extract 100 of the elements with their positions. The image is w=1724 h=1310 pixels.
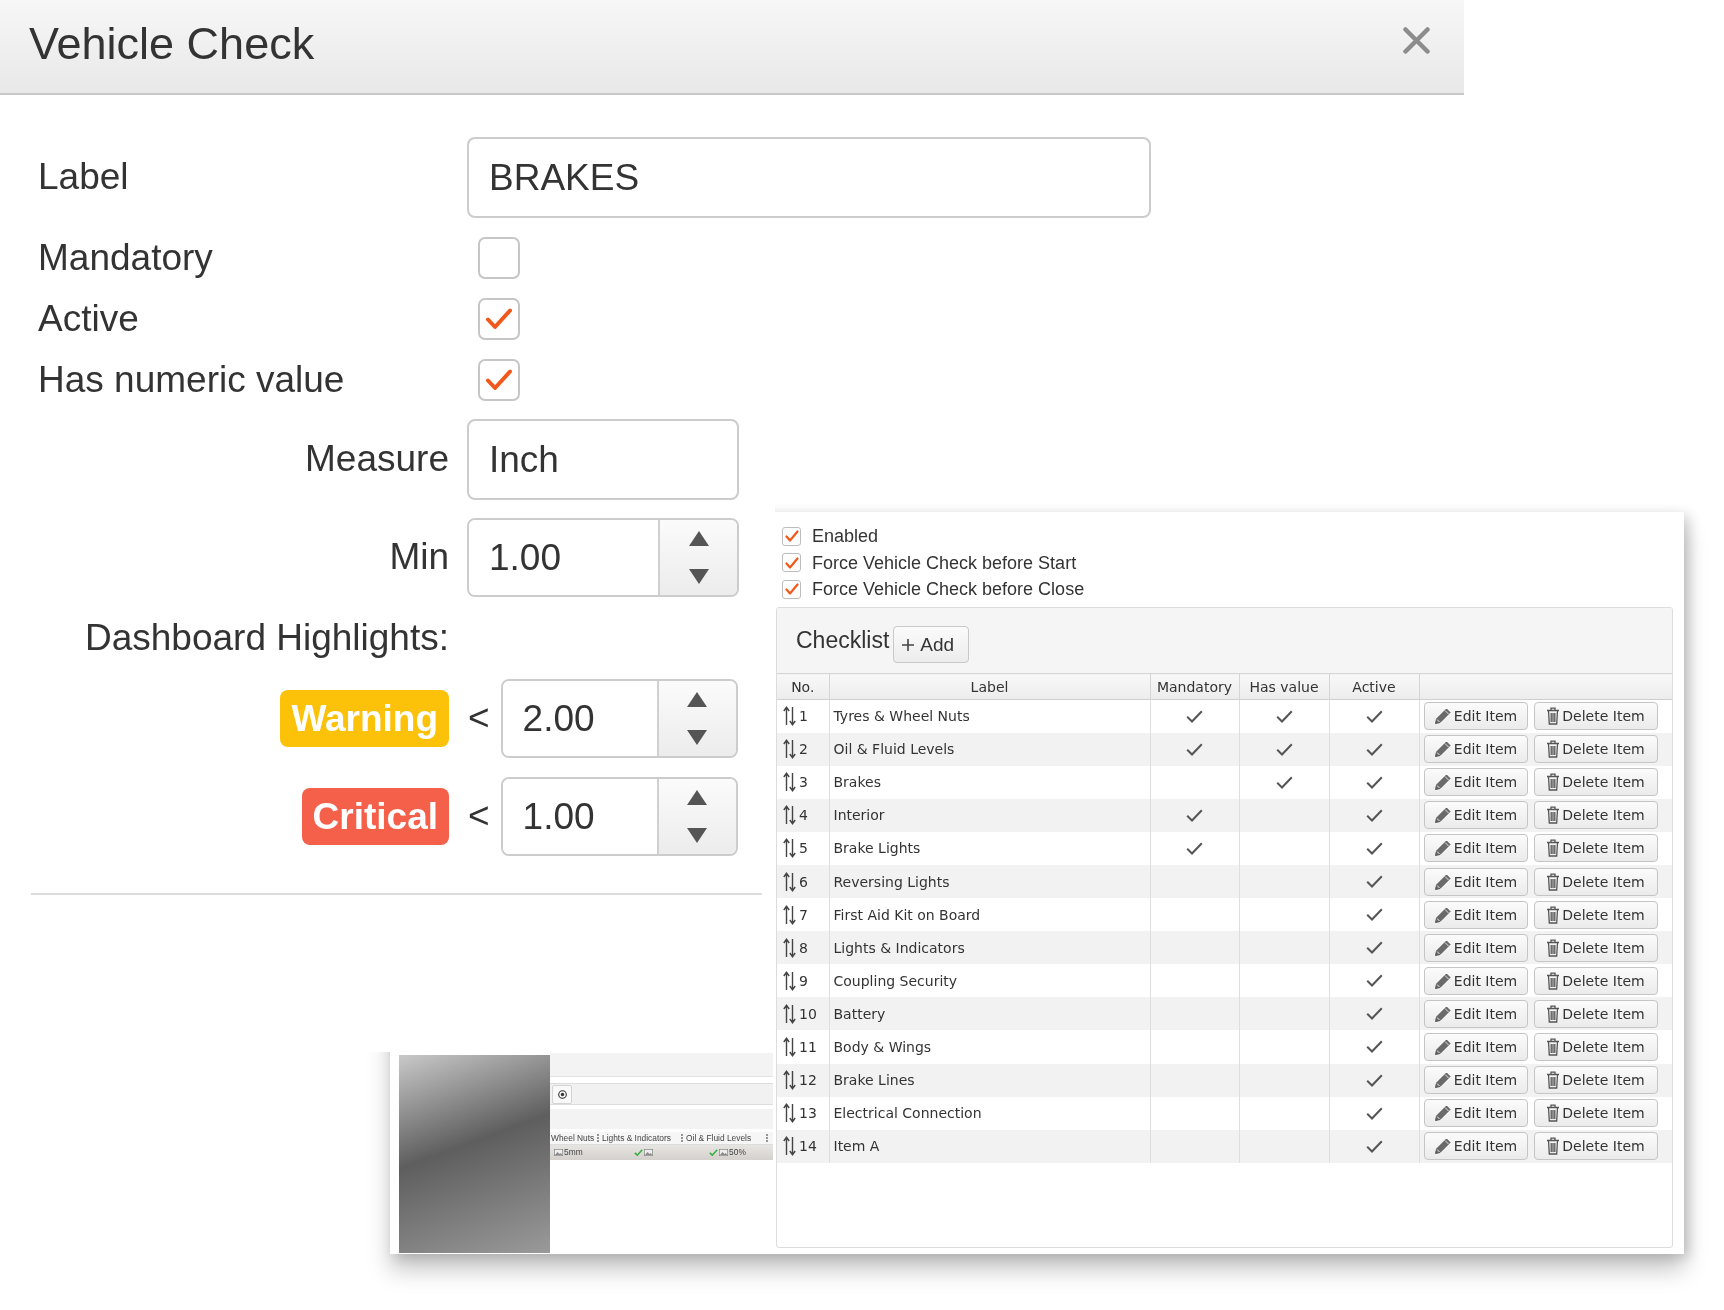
table-cell: Brake Lights bbox=[829, 831, 1150, 865]
down-triangle-icon bbox=[687, 827, 708, 843]
delete-button[interactable]: Delete Item bbox=[1533, 768, 1658, 797]
delete-button[interactable]: Delete Item bbox=[1533, 735, 1658, 764]
trash-icon bbox=[1546, 1137, 1561, 1156]
pencil-icon bbox=[1433, 707, 1452, 726]
row-number: 7 bbox=[799, 907, 808, 922]
cell-value: 5mm bbox=[564, 1148, 583, 1157]
checkmark-icon bbox=[1275, 775, 1293, 789]
checkbox[interactable] bbox=[782, 526, 801, 546]
spinner-control[interactable]: 1.00 bbox=[500, 777, 738, 856]
field-label: Mandatory bbox=[38, 237, 213, 279]
edit-button[interactable]: Edit Item bbox=[1423, 768, 1528, 797]
checkbox-label: Enabled bbox=[812, 527, 879, 546]
pencil-icon bbox=[1433, 1104, 1452, 1123]
add-button[interactable]: Add bbox=[893, 626, 970, 663]
pencil-icon bbox=[1433, 905, 1452, 924]
row-number: 14 bbox=[799, 1139, 817, 1154]
delete-button[interactable]: Delete Item bbox=[1533, 1066, 1658, 1095]
image-icon bbox=[554, 1149, 563, 1156]
edit-button[interactable]: Edit Item bbox=[1423, 933, 1528, 962]
column-header: Oil & Fluid Levels bbox=[686, 1133, 752, 1143]
delete-button[interactable]: Delete Item bbox=[1533, 900, 1658, 929]
pencil-icon bbox=[1433, 806, 1452, 825]
checkbox[interactable] bbox=[478, 298, 520, 340]
edit-button[interactable]: Edit Item bbox=[1423, 999, 1528, 1028]
table-cell: Battery bbox=[829, 997, 1150, 1031]
checkbox-label: Force Vehicle Check before Close bbox=[812, 580, 1085, 599]
edit-button[interactable]: Edit Item bbox=[1423, 1066, 1528, 1095]
edit-button[interactable]: Edit Item bbox=[1423, 801, 1528, 830]
edit-button[interactable]: Edit Item bbox=[1423, 834, 1528, 863]
checkbox[interactable] bbox=[782, 579, 801, 599]
toolbar-button[interactable] bbox=[552, 1084, 572, 1104]
table-cell: Coupling Security bbox=[829, 964, 1150, 998]
edit-button[interactable]: Edit Item bbox=[1423, 966, 1528, 995]
table-cell: Electrical Connection bbox=[829, 1096, 1150, 1130]
row-number: 8 bbox=[799, 940, 808, 955]
row-number: 1 bbox=[799, 709, 808, 724]
sort-arrows-icon bbox=[783, 937, 796, 958]
trash-icon bbox=[1546, 1038, 1561, 1056]
spinner-control[interactable]: 1.00 bbox=[467, 518, 739, 597]
trash-icon bbox=[1546, 1071, 1561, 1090]
sort-arrows-icon bbox=[783, 871, 796, 892]
checkbox[interactable] bbox=[478, 359, 520, 401]
edit-button[interactable]: Edit Item bbox=[1423, 702, 1528, 731]
checkmark-icon bbox=[1186, 808, 1203, 822]
sort-arrows-icon bbox=[783, 970, 796, 991]
image-icon bbox=[719, 1149, 729, 1156]
sort-arrows-icon bbox=[783, 772, 796, 793]
edit-button[interactable]: Edit Item bbox=[1423, 735, 1528, 764]
checkmark-icon bbox=[1365, 841, 1383, 855]
pencil-icon bbox=[1433, 872, 1452, 891]
edit-button[interactable]: Edit Item bbox=[1423, 1099, 1528, 1128]
column-header: Has value bbox=[1239, 673, 1329, 700]
sort-arrows-icon bbox=[783, 1037, 796, 1057]
trash-icon bbox=[1546, 938, 1561, 957]
column-header: Lights & Indicators bbox=[602, 1133, 671, 1143]
edit-button[interactable]: Edit Item bbox=[1423, 867, 1528, 896]
close-button[interactable] bbox=[1403, 27, 1430, 54]
delete-button[interactable]: Delete Item bbox=[1533, 867, 1658, 896]
table-cell: Brakes bbox=[829, 765, 1150, 799]
severity-badge: Critical bbox=[301, 788, 449, 845]
row-number: 6 bbox=[799, 874, 808, 889]
edit-button[interactable]: Edit Item bbox=[1423, 900, 1528, 929]
delete-button[interactable]: Delete Item bbox=[1533, 801, 1658, 830]
row-number: 5 bbox=[799, 841, 808, 856]
trash-icon bbox=[1546, 872, 1561, 891]
pencil-icon bbox=[1433, 740, 1452, 759]
delete-button[interactable]: Delete Item bbox=[1533, 834, 1658, 863]
checkmark-icon bbox=[1365, 709, 1383, 723]
delete-button[interactable]: Delete Item bbox=[1533, 702, 1658, 731]
checkbox[interactable] bbox=[478, 237, 520, 279]
text-field[interactable]: BRAKES bbox=[467, 137, 1151, 218]
text-field[interactable]: Inch bbox=[467, 419, 739, 500]
pencil-icon bbox=[1433, 938, 1452, 957]
edit-button[interactable]: Edit Item bbox=[1423, 1033, 1528, 1061]
edit-button[interactable]: Edit Item bbox=[1423, 1132, 1528, 1161]
delete-button[interactable]: Delete Item bbox=[1533, 1033, 1658, 1061]
cell-value: 50% bbox=[729, 1148, 746, 1157]
delete-button[interactable]: Delete Item bbox=[1533, 999, 1658, 1028]
delete-button[interactable]: Delete Item bbox=[1533, 966, 1658, 995]
trash-icon bbox=[1546, 971, 1561, 990]
delete-button[interactable]: Delete Item bbox=[1533, 1099, 1658, 1128]
checkbox[interactable] bbox=[782, 553, 801, 573]
spinner-control[interactable]: 2.00 bbox=[500, 679, 738, 758]
checkmark-icon bbox=[1365, 875, 1383, 888]
up-triangle-icon bbox=[687, 692, 708, 708]
severity-badge: Warning bbox=[280, 690, 449, 747]
table-cell: Interior bbox=[829, 798, 1150, 832]
trash-icon bbox=[1546, 839, 1561, 858]
delete-button[interactable]: Delete Item bbox=[1533, 1132, 1658, 1161]
checkmark-icon bbox=[1365, 1073, 1383, 1087]
plus-icon bbox=[902, 638, 915, 651]
trash-icon bbox=[1546, 740, 1561, 759]
checkmark-icon bbox=[1365, 941, 1383, 955]
column-header: No. bbox=[777, 673, 829, 700]
pencil-icon bbox=[1433, 1137, 1452, 1156]
trash-icon bbox=[1546, 707, 1561, 726]
pencil-icon bbox=[1433, 971, 1452, 990]
delete-button[interactable]: Delete Item bbox=[1533, 933, 1658, 962]
